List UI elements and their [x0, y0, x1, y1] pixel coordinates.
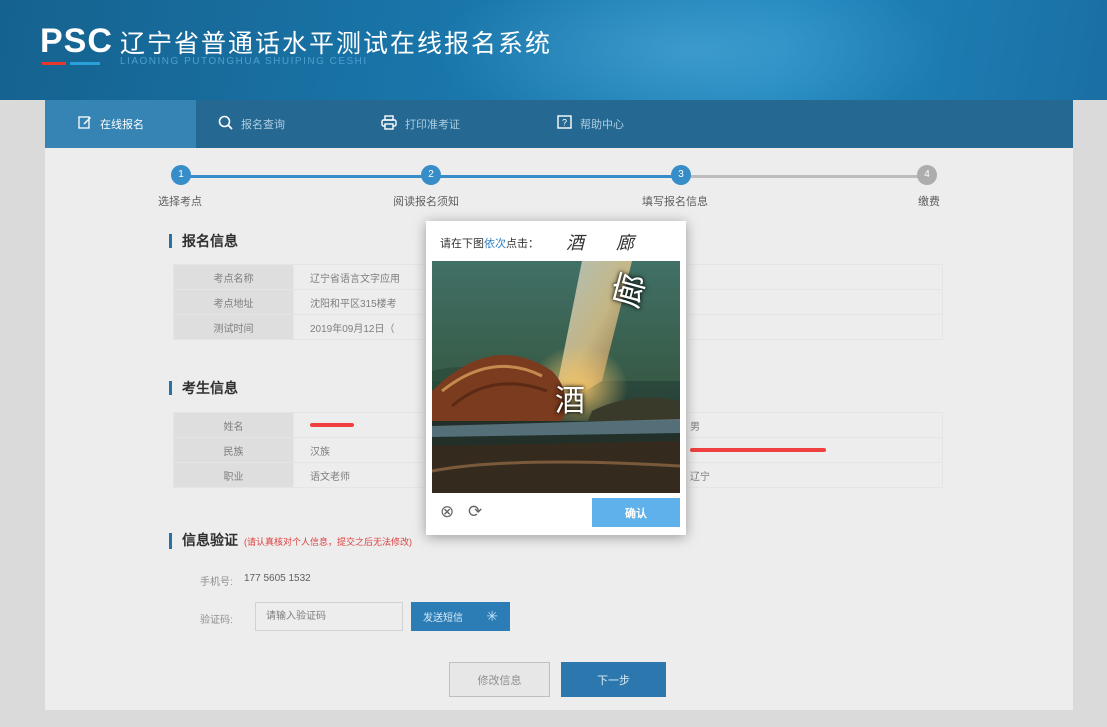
redaction-mark	[310, 422, 354, 427]
nav-item-query[interactable]: 报名查询	[196, 100, 367, 148]
target-char-2: 廊	[616, 233, 634, 254]
logo-bar-blue	[70, 62, 100, 65]
send-sms-button[interactable]: 发送短信 ✳	[411, 602, 510, 631]
code-label: 验证码:	[200, 615, 233, 626]
search-icon	[218, 115, 233, 134]
psc-logo[interactable]: PSC	[40, 22, 113, 68]
verify-note: (请认真核对个人信息，提交之后无法修改)	[244, 537, 412, 547]
table-cell-label: 职业	[173, 462, 294, 488]
site-subtitle: LIAONING PUTONGHUA SHUIPING CESHI	[120, 56, 368, 67]
nav-label: 在线报名	[100, 119, 144, 131]
send-sms-label: 发送短信	[423, 613, 463, 624]
table-cell-label: 考点地址	[173, 289, 294, 315]
help-icon: ?	[557, 114, 572, 134]
captcha-confirm-button[interactable]: 确认	[592, 498, 680, 527]
main-nav: 在线报名 报名查询 打印准考证 ? 帮助中心	[45, 100, 1073, 148]
table-cell-value: 辽宁	[673, 462, 943, 488]
logo-text: PSC	[40, 22, 113, 60]
step-3-dot: 3	[671, 165, 691, 185]
nav-item-help[interactable]: ? 帮助中心	[527, 100, 697, 148]
prompt-highlight: 依次	[484, 238, 506, 250]
nav-item-print-ticket[interactable]: 打印准考证	[367, 100, 527, 148]
step-3-label: 填写报名信息	[642, 196, 708, 208]
step-4-dot: 4	[917, 165, 937, 185]
loading-spinner-icon: ✳	[486, 608, 498, 624]
step-2-label: 阅读报名须知	[393, 196, 459, 208]
verification-code-input[interactable]	[255, 602, 403, 631]
logo-bar-red	[42, 62, 66, 65]
printer-icon	[381, 114, 397, 134]
refresh-icon[interactable]: ⟳	[468, 502, 482, 522]
nav-label: 帮助中心	[580, 119, 624, 131]
table-cell-label: 测试时间	[173, 314, 294, 340]
table-cell-label: 民族	[173, 437, 294, 463]
site-title: 辽宁省普通话水平测试在线报名系统	[120, 29, 553, 58]
close-icon[interactable]: ⊗	[440, 502, 454, 522]
nav-label: 报名查询	[241, 119, 285, 131]
progress-line-todo	[681, 175, 926, 178]
phone-value: 177 5605 1532	[244, 573, 311, 584]
step-1-label: 选择考点	[158, 196, 202, 208]
table-cell-label: 考点名称	[173, 264, 294, 290]
step-1-dot: 1	[171, 165, 191, 185]
edit-icon	[78, 115, 92, 133]
redaction-mark	[690, 447, 826, 452]
nav-label: 打印准考证	[405, 119, 460, 131]
table-cell-label: 姓名	[173, 412, 294, 438]
captcha-image[interactable]: 廊 酒	[432, 261, 680, 493]
captcha-prompt: 请在下图依次点击：	[440, 235, 539, 251]
phone-label: 手机号:	[200, 577, 233, 588]
svg-text:?: ?	[562, 117, 567, 127]
site-header: PSC 辽宁省普通话水平测试在线报名系统 LIAONING PUTONGHUA …	[0, 0, 1107, 100]
step-2-dot: 2	[421, 165, 441, 185]
next-step-button[interactable]: 下一步	[561, 662, 666, 697]
nav-item-online-register[interactable]: 在线报名	[45, 100, 196, 148]
candidate-section-title: 考生信息	[169, 381, 238, 395]
target-char-1: 酒	[566, 233, 584, 254]
registration-section-title: 报名信息	[169, 234, 238, 248]
captcha-modal: 请在下图依次点击： 酒 廊 廊 酒 ⊗ ⟳ 确认	[426, 221, 686, 535]
prompt-suffix: 点击：	[506, 238, 539, 250]
edit-info-button[interactable]: 修改信息	[449, 662, 550, 697]
prompt-prefix: 请在下图	[440, 238, 484, 250]
captcha-char-jiu[interactable]: 酒	[555, 376, 585, 420]
verify-title-text: 信息验证	[182, 532, 238, 548]
step-4-label: 缴费	[918, 196, 940, 208]
id-value-cell	[673, 437, 943, 463]
table-cell-value: 男	[673, 412, 943, 438]
verify-section-title: 信息验证 (请认真核对个人信息，提交之后无法修改)	[169, 533, 412, 549]
